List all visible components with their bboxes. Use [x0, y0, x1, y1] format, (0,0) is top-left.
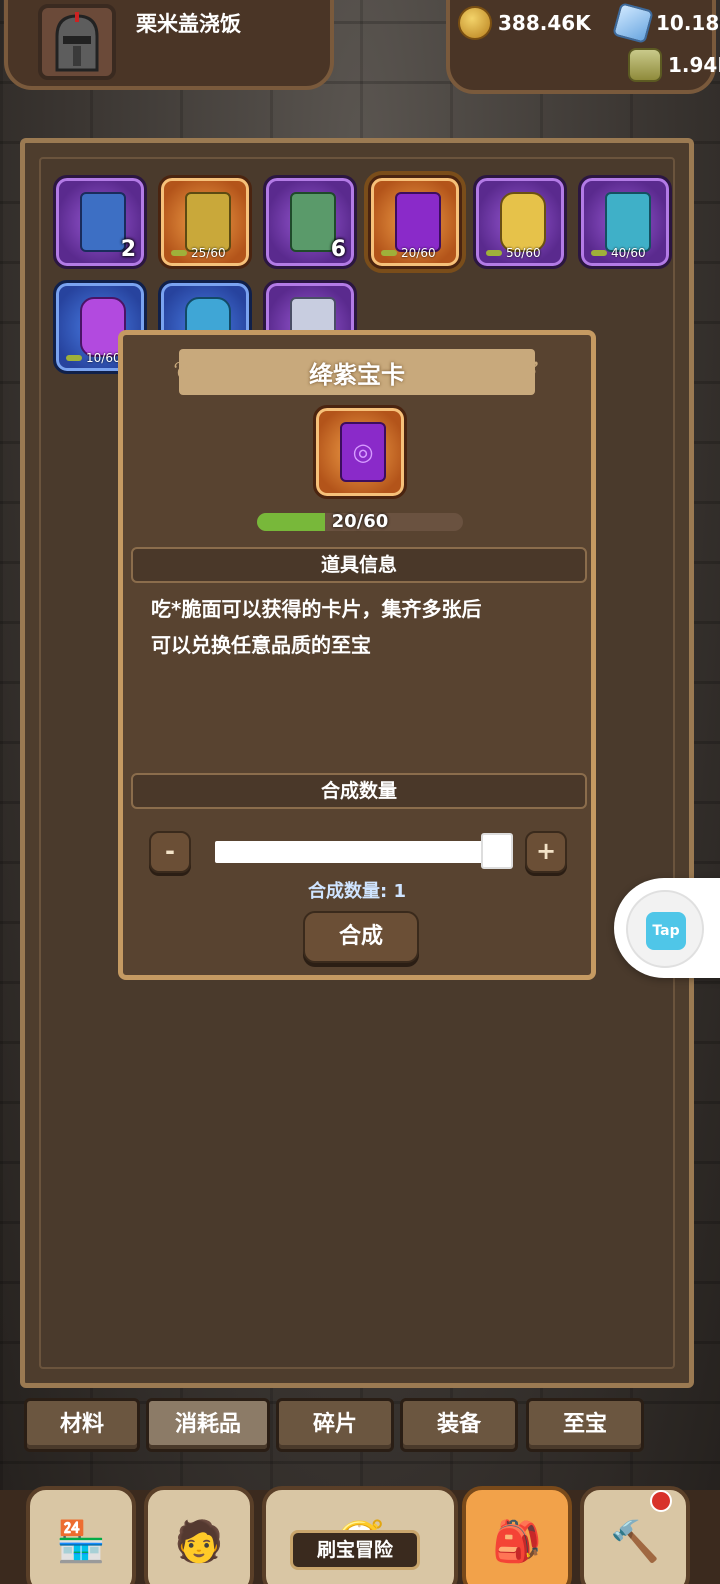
quantity-text: 合成数量: 1 [308, 881, 406, 902]
inventory-slot[interactable]: 2 [53, 175, 147, 269]
nav-forge[interactable]: 🔨 [580, 1486, 690, 1584]
potion-resource[interactable]: 1.94K [628, 48, 720, 82]
tab-consumables[interactable]: 消耗品 [146, 1398, 270, 1452]
modal-title: 绛紫宝卡 [309, 361, 405, 389]
tap-floating-button[interactable]: Tap [614, 878, 720, 978]
tab-treasures[interactable]: 至宝 [526, 1398, 644, 1452]
avatar[interactable] [38, 4, 116, 80]
item-preview: ◎ [313, 405, 407, 499]
item-detail-modal: ❦ ❦ 绛紫宝卡 ◎ 20/60 道具信息 吃*脆面可以获得的卡片，集齐多张后 … [118, 330, 596, 980]
tap-logo-icon: Tap [646, 912, 686, 950]
inventory-slot-selected[interactable]: 20/60 [364, 171, 466, 273]
notification-dot [650, 1490, 672, 1512]
increase-quantity-button[interactable]: + [525, 831, 567, 873]
player-name: 栗米盖浇饭 [136, 12, 241, 36]
tab-materials[interactable]: 材料 [24, 1398, 140, 1452]
nav-hero[interactable]: 🧑 [144, 1486, 254, 1584]
gold-card-icon [185, 192, 231, 252]
diamond-resource[interactable]: 10.18K [612, 2, 720, 44]
synthesize-button[interactable]: 合成 [303, 911, 419, 963]
nav-shop[interactable]: 🏪 [26, 1486, 136, 1584]
coin-icon [458, 6, 492, 40]
inventory-slot[interactable]: 40/60 [578, 175, 672, 269]
item-info-header: 道具信息 [131, 547, 587, 583]
forge-icon: 🔨 [610, 1518, 660, 1565]
green-card-icon [290, 192, 336, 252]
tab-fragments[interactable]: 碎片 [276, 1398, 394, 1452]
purple-card-icon: ◎ [340, 422, 386, 482]
adventure-label: 刷宝冒险 [290, 1530, 420, 1570]
tab-equipment[interactable]: 装备 [400, 1398, 518, 1452]
potion-value: 1.94K [668, 53, 720, 77]
potion-bottle-icon [628, 48, 662, 82]
inventory-slot[interactable]: 25/60 [158, 175, 252, 269]
inventory-slot[interactable]: 6 [263, 175, 357, 269]
knight-helmet-icon [55, 12, 99, 72]
purple-card-icon [395, 192, 441, 252]
decrease-quantity-button[interactable]: - [149, 831, 191, 873]
top-bar: 栗米盖浇饭 388.46K 10.18K 1.94K [0, 0, 720, 96]
quantity-slider[interactable] [215, 841, 495, 863]
coin-value: 388.46K [498, 11, 591, 35]
resource-plate: 388.46K 10.18K 1.94K [446, 0, 720, 94]
hero-icon: 🧑 [174, 1518, 224, 1565]
quantity-slider-thumb[interactable] [481, 833, 513, 869]
blue-card-icon [80, 192, 126, 252]
diamond-icon [612, 2, 654, 44]
backpack-icon: 🎒 [492, 1518, 542, 1565]
nav-backpack[interactable]: 🎒 [462, 1486, 572, 1584]
collect-progress-text: 20/60 [331, 511, 389, 532]
item-description: 吃*脆面可以获得的卡片，集齐多张后 可以兑换任意品质的至宝 [151, 597, 482, 657]
cyan-card-icon [605, 192, 651, 252]
inventory-slot[interactable]: 50/60 [473, 175, 567, 269]
quantity-header: 合成数量 [131, 773, 587, 809]
diamond-value: 10.18K [656, 11, 720, 35]
gold-puzzle-icon [500, 192, 546, 252]
player-plate: 栗米盖浇饭 [4, 0, 334, 90]
shop-icon: 🏪 [56, 1518, 106, 1565]
coin-resource[interactable]: 388.46K [458, 6, 591, 40]
